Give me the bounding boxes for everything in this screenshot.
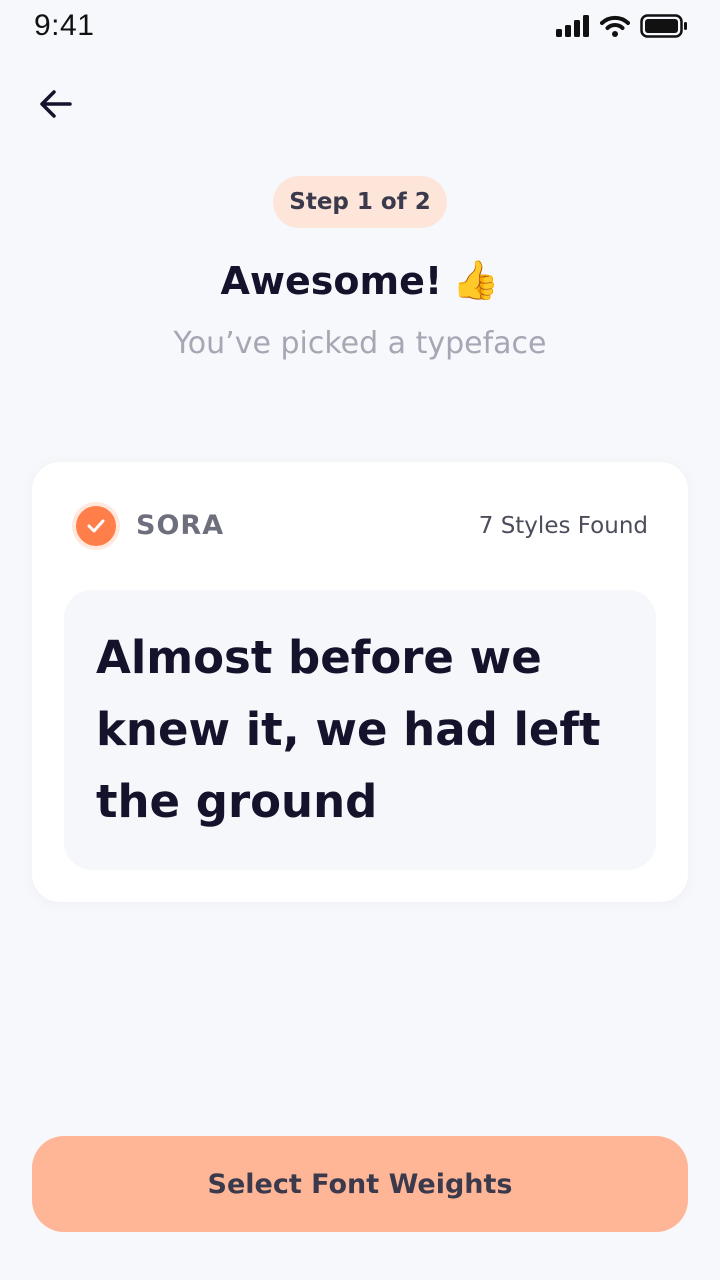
wifi-icon [600, 15, 630, 37]
battery-icon [640, 14, 687, 38]
headline-text: Awesome! [220, 258, 443, 303]
font-card[interactable]: SORA 7 Styles Found Almost before we kne… [32, 462, 688, 902]
back-arrow-icon [40, 90, 72, 118]
back-button[interactable] [32, 80, 80, 128]
step-badge: Step 1 of 2 [273, 176, 447, 228]
styles-count: 7 Styles Found [478, 513, 648, 539]
font-name: SORA [136, 510, 225, 541]
page-title: Awesome! 👍 [0, 258, 720, 303]
select-font-weights-button[interactable]: Select Font Weights [32, 1136, 688, 1232]
status-bar: 9:41 [0, 0, 720, 52]
thumbs-up-icon: 👍 [452, 258, 500, 302]
status-time: 9:41 [34, 9, 95, 42]
font-preview-text: Almost before we knew it, we had left th… [96, 631, 601, 828]
signal-icon [556, 15, 589, 37]
font-preview-box: Almost before we knew it, we had left th… [64, 590, 656, 870]
check-icon[interactable] [76, 506, 116, 546]
status-icons [556, 14, 688, 38]
page-subtitle: You’ve picked a typeface [173, 326, 547, 361]
